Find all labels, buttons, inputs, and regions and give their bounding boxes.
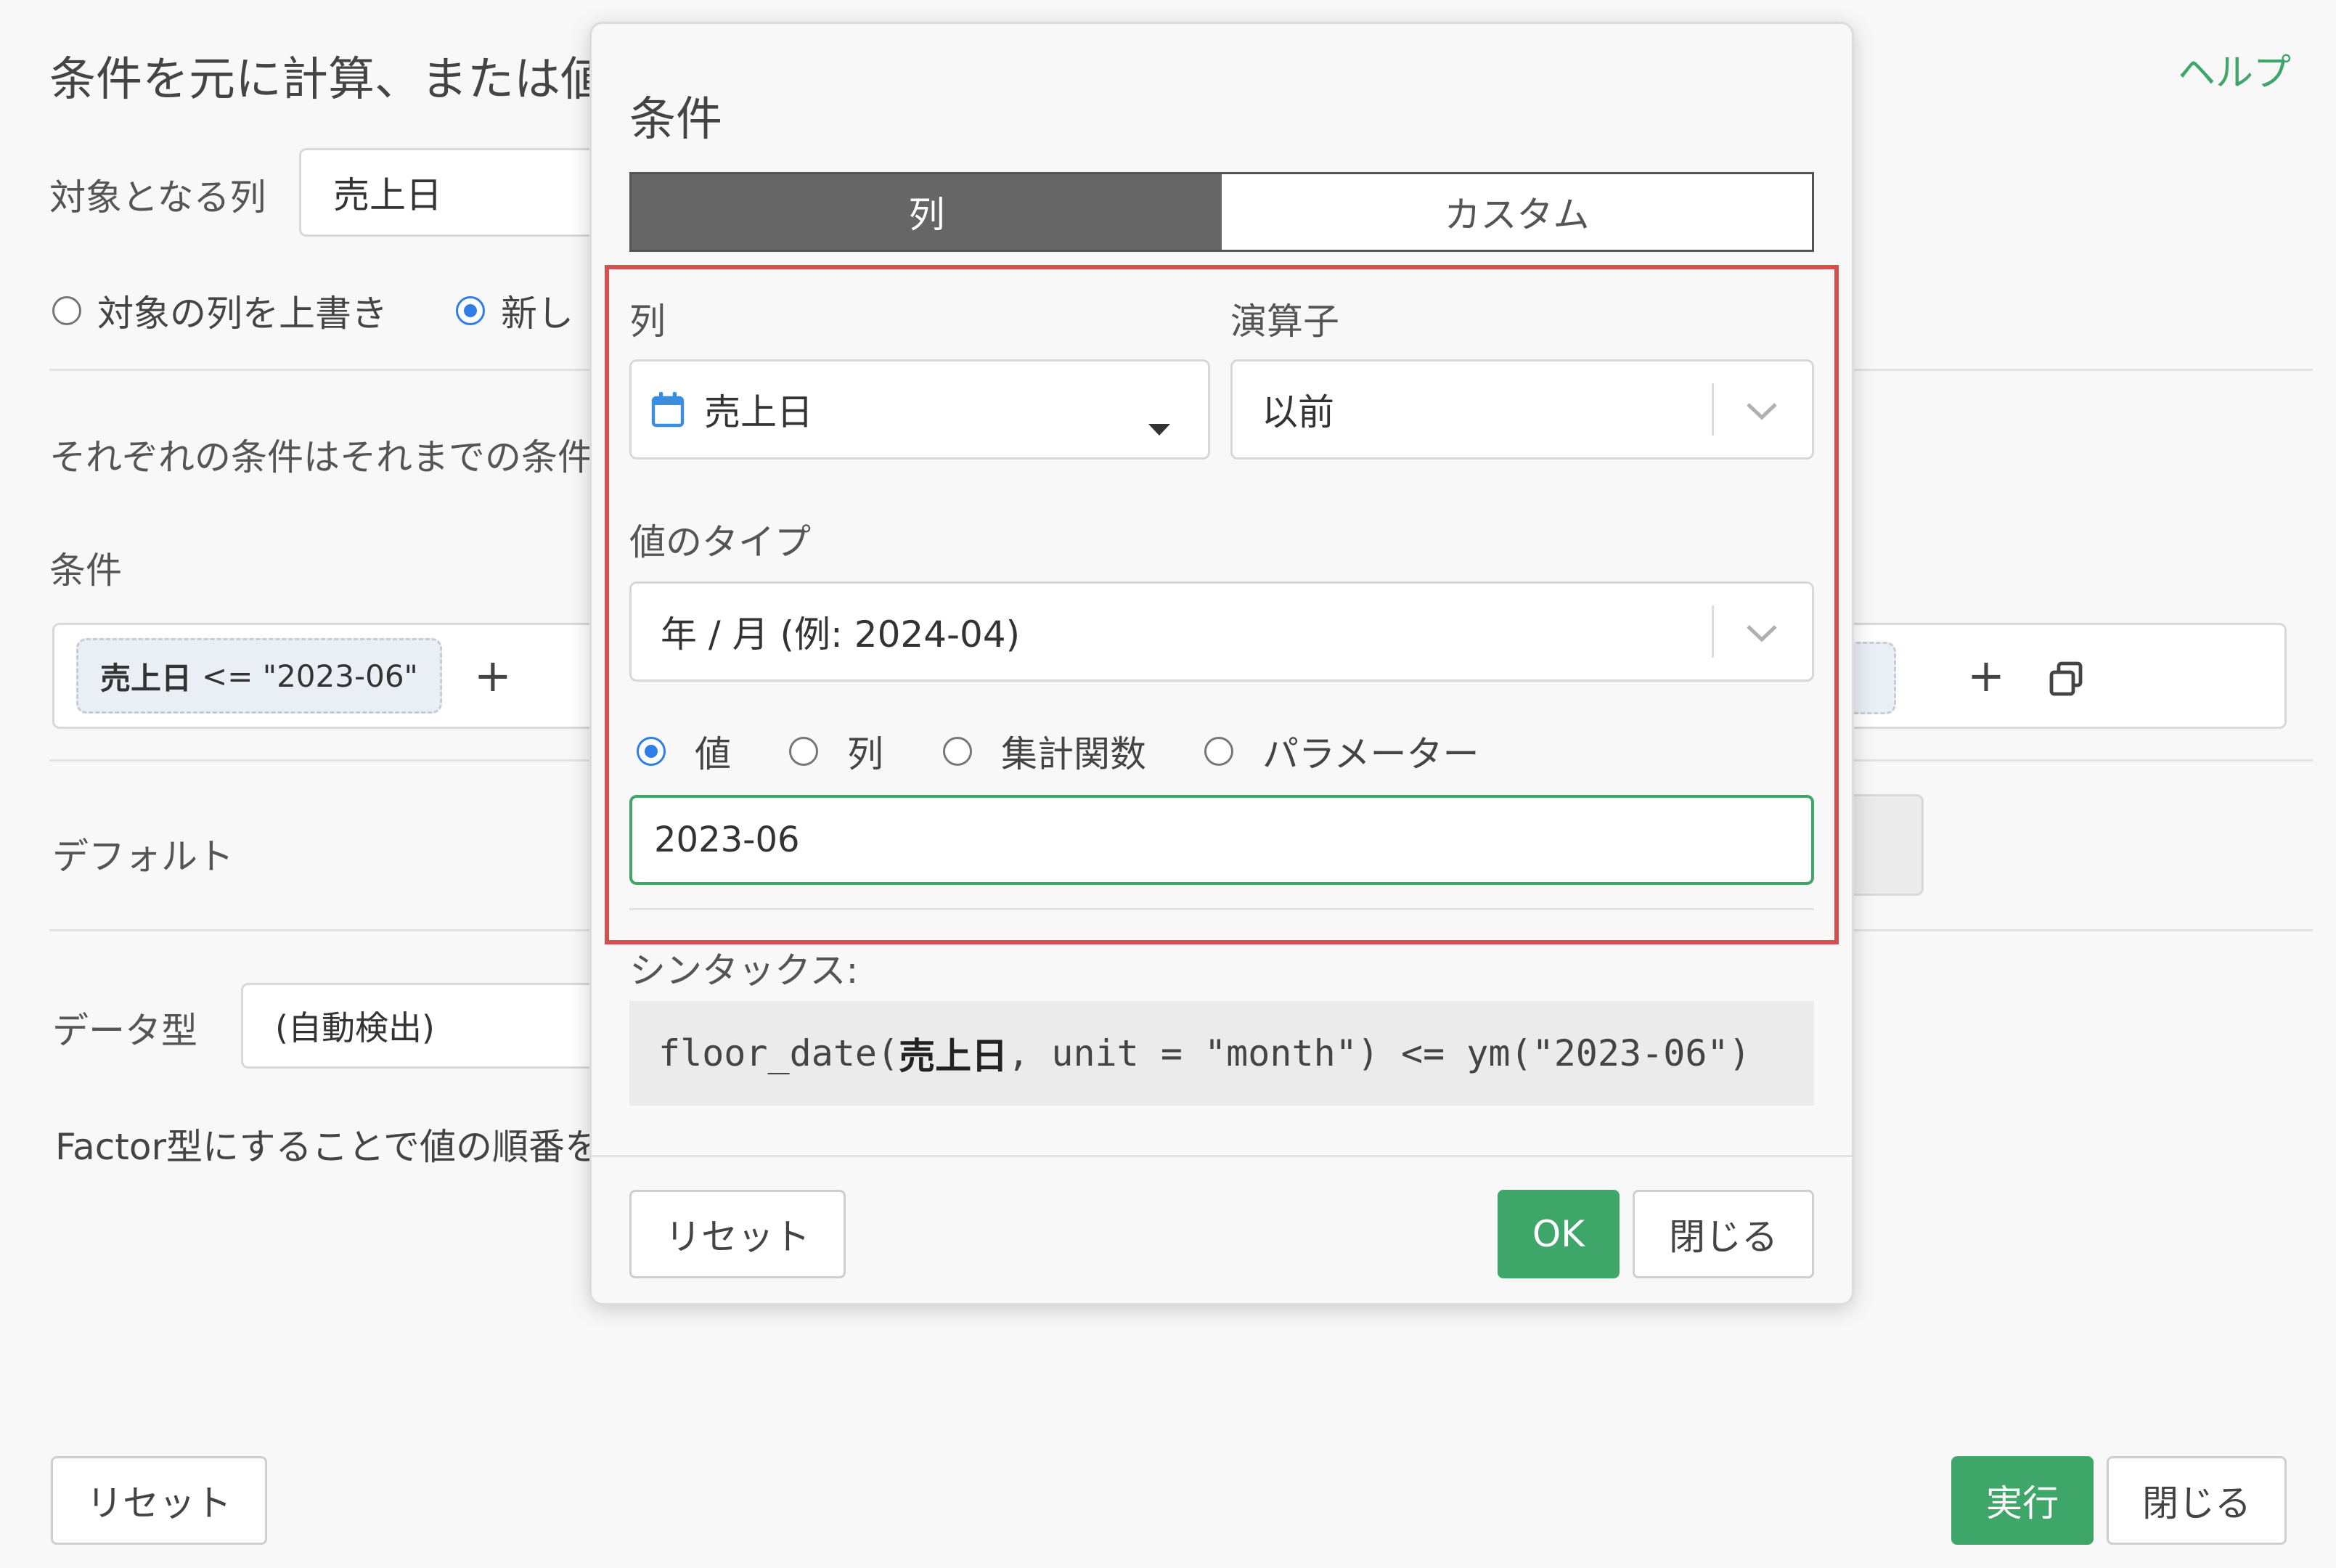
source-value-option[interactable]: 値 bbox=[637, 725, 731, 777]
syntax-column: 売上日 bbox=[899, 1035, 1008, 1077]
select-separator bbox=[1712, 383, 1714, 436]
add-case-icon[interactable]: + bbox=[1967, 653, 2005, 698]
radio-new[interactable] bbox=[456, 296, 485, 325]
condition-chip-edge bbox=[1850, 642, 1896, 714]
column-label: 列 bbox=[629, 301, 666, 343]
radio-new-option[interactable]: 新し bbox=[456, 285, 573, 337]
value-type-select[interactable]: 年 / 月 (例: 2024-04) bbox=[629, 581, 1814, 682]
chevron-down-icon bbox=[1745, 611, 1778, 653]
operator-value: 以前 bbox=[1262, 391, 1334, 433]
value-input-text: 2023-06 bbox=[654, 820, 800, 860]
condition-chip-expr: <= "2023-06" bbox=[202, 658, 418, 694]
default-label: デフォルト bbox=[52, 836, 234, 878]
close-button[interactable]: 閉じる bbox=[2107, 1456, 2287, 1545]
reset-button[interactable]: リセット bbox=[51, 1456, 267, 1545]
modal-reset-button[interactable]: リセット bbox=[629, 1190, 846, 1278]
copy-icon[interactable] bbox=[2046, 659, 2086, 703]
tab-column[interactable]: 列 bbox=[632, 174, 1222, 250]
syntax-pre: floor_date( bbox=[658, 1032, 899, 1074]
tab-bar: 列 カスタム bbox=[629, 172, 1814, 252]
radio-source-aggregate[interactable] bbox=[943, 737, 972, 766]
source-value-label: 値 bbox=[695, 733, 731, 775]
radio-source-value[interactable] bbox=[637, 737, 666, 766]
radio-overwrite-option[interactable]: 対象の列を上書き bbox=[52, 285, 388, 337]
operator-label: 演算子 bbox=[1230, 301, 1339, 343]
source-column-label: 列 bbox=[847, 733, 883, 775]
value-type-value: 年 / 月 (例: 2024-04) bbox=[661, 613, 1021, 656]
condition-modal: 条件 列 カスタム 列 演算子 売上日 以前 値のタイプ 年 / 月 (例: 2… bbox=[589, 22, 1854, 1305]
modal-title: 条件 bbox=[629, 93, 722, 147]
value-type-dropdown-toggle[interactable] bbox=[1712, 584, 1812, 679]
data-type-label: データ型 bbox=[52, 1010, 197, 1052]
select-separator bbox=[1712, 605, 1714, 658]
chevron-down-icon bbox=[1745, 388, 1778, 430]
divider bbox=[629, 908, 1814, 910]
radio-overwrite[interactable] bbox=[52, 296, 81, 325]
calendar-icon bbox=[650, 391, 685, 428]
tab-custom[interactable]: カスタム bbox=[1222, 174, 1812, 250]
data-type-value: (自動検出) bbox=[275, 1008, 435, 1048]
value-input[interactable]: 2023-06 bbox=[629, 795, 1814, 885]
syntax-post: , unit = "month") <= ym("2023-06") bbox=[1008, 1032, 1751, 1074]
source-column-option[interactable]: 列 bbox=[789, 725, 883, 777]
operator-select[interactable]: 以前 bbox=[1230, 359, 1814, 460]
target-column-value: 売上日 bbox=[333, 174, 442, 216]
run-button[interactable]: 実行 bbox=[1951, 1456, 2094, 1545]
source-aggregate-label: 集計関数 bbox=[1001, 733, 1146, 775]
page-title: 条件を元に計算、または値 bbox=[49, 53, 607, 107]
modal-close-button[interactable]: 閉じる bbox=[1633, 1190, 1814, 1278]
radio-source-parameter[interactable] bbox=[1204, 737, 1233, 766]
conditions-label: 条件 bbox=[49, 550, 122, 592]
add-condition-icon[interactable]: + bbox=[474, 653, 512, 698]
source-parameter-label: パラメーター bbox=[1262, 733, 1479, 775]
factor-note: Factor型にすることで値の順番を bbox=[55, 1126, 602, 1168]
help-link[interactable]: ヘルプ bbox=[2178, 42, 2291, 97]
column-value: 売上日 bbox=[704, 391, 813, 433]
column-select[interactable]: 売上日 bbox=[629, 359, 1210, 460]
value-type-label: 値のタイプ bbox=[629, 521, 811, 563]
data-type-select[interactable]: (自動検出) bbox=[241, 983, 618, 1069]
radio-source-column[interactable] bbox=[789, 737, 818, 766]
radio-overwrite-label: 対象の列を上書き bbox=[97, 293, 388, 335]
source-aggregate-option[interactable]: 集計関数 bbox=[943, 725, 1146, 777]
description-text: それぞれの条件はそれまでの条件 bbox=[49, 436, 594, 478]
ok-button[interactable]: OK bbox=[1498, 1190, 1620, 1278]
condition-chip-column: 売上日 bbox=[100, 660, 192, 696]
target-column-label: 対象となる列 bbox=[49, 176, 266, 219]
caret-down-icon bbox=[1147, 404, 1172, 446]
operator-dropdown-toggle[interactable] bbox=[1712, 362, 1812, 457]
footer-divider bbox=[592, 1155, 1852, 1157]
radio-new-label: 新し bbox=[501, 293, 573, 335]
syntax-preview: floor_date(売上日, unit = "month") <= ym("2… bbox=[629, 1001, 1814, 1106]
source-parameter-option[interactable]: パラメーター bbox=[1204, 725, 1479, 777]
syntax-label: シンタックス: bbox=[629, 950, 859, 992]
condition-chip[interactable]: 売上日 <= "2023-06" bbox=[76, 638, 442, 714]
